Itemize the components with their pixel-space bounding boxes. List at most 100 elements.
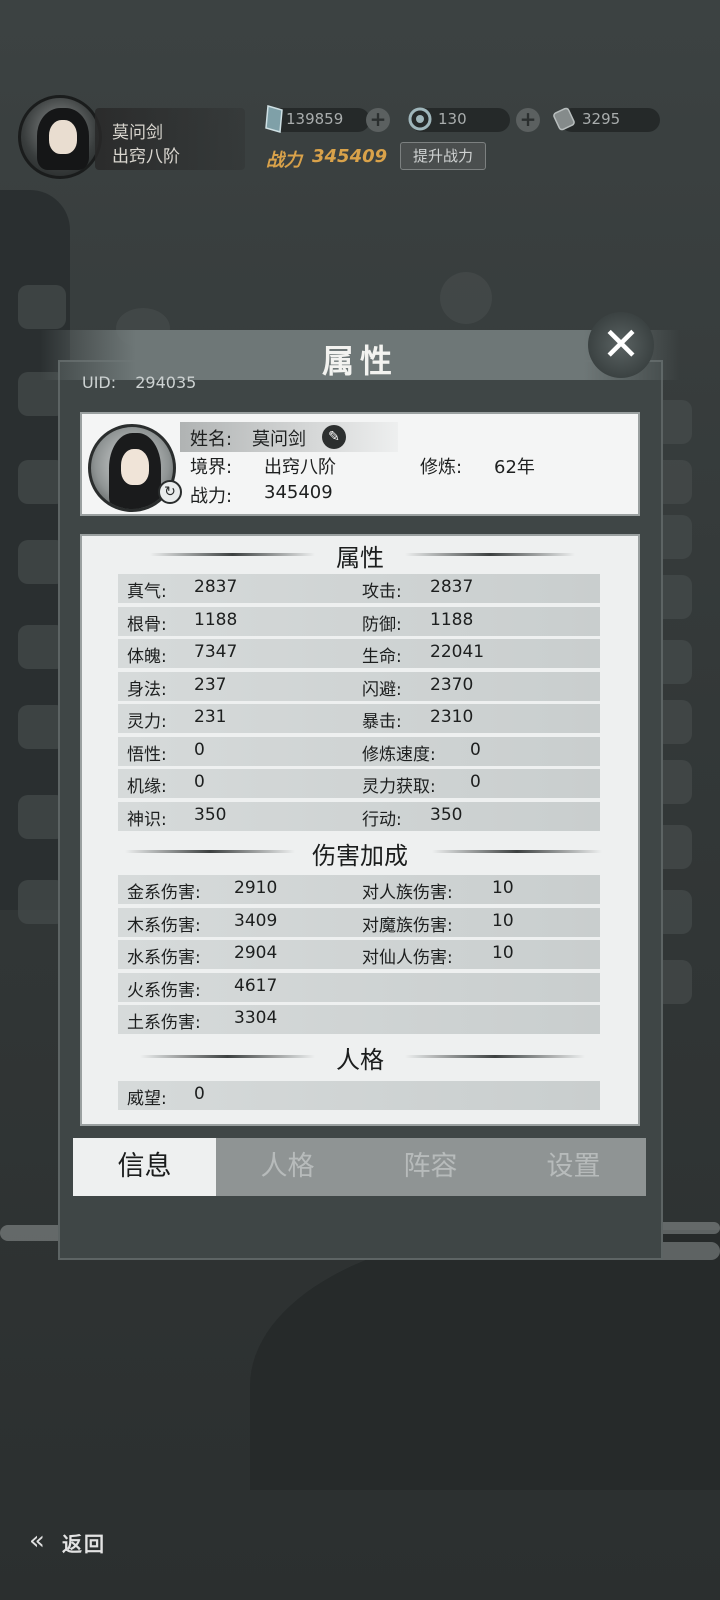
attribute-right-label: 暴击:: [362, 712, 402, 732]
player-name: 莫问剑: [112, 123, 163, 143]
edit-name-icon[interactable]: ✎: [322, 425, 346, 449]
attribute-left-value: 1188: [194, 609, 238, 630]
damage-left-label: 木系伤害:: [127, 915, 201, 936]
back-arrow-icon[interactable]: «: [20, 1524, 54, 1558]
name-label: 姓名:: [190, 429, 233, 450]
background-mountain: [250, 1230, 720, 1490]
row-background: [118, 574, 600, 603]
add-jade-button[interactable]: +: [516, 108, 540, 132]
spirit-stone-icon: [265, 105, 283, 133]
attribute-right-value: 2837: [430, 577, 474, 597]
row-background: [118, 639, 600, 668]
attribute-left-value: 0: [194, 772, 205, 792]
row-background: [118, 704, 600, 733]
swap-avatar-icon[interactable]: ↻: [158, 480, 182, 504]
name-value: 莫问剑: [252, 429, 306, 450]
power-value: 345409: [312, 146, 388, 167]
damage-right-value: 10: [492, 943, 514, 963]
damage-left-label: 金系伤害:: [127, 883, 201, 903]
add-spirit-stone-button[interactable]: +: [366, 108, 390, 132]
jade-icon: [408, 107, 432, 131]
row-background: [118, 671, 600, 701]
tab-lineup[interactable]: 阵容: [359, 1138, 502, 1196]
attribute-left-label: 机缘:: [127, 777, 167, 797]
attribute-right-label: 灵力获取:: [362, 777, 436, 797]
uid-value: 294035: [135, 373, 197, 392]
attribute-right-value: 0: [470, 772, 481, 792]
attribute-left-value: 2837: [194, 577, 238, 597]
scroll-count: 3295: [582, 110, 621, 128]
damage-left-value: 3409: [234, 910, 278, 931]
attribute-right-value: 2370: [430, 674, 474, 695]
damage-right-label: 对魔族伤害:: [362, 915, 453, 936]
top-hud: 莫问剑 出窍八阶 139859 + 130 + 3295 战力 345409 提…: [0, 0, 720, 200]
attribute-right-label: 行动:: [362, 809, 402, 830]
attribute-right-label: 闪避:: [362, 679, 402, 700]
attribute-right-label: 生命:: [362, 647, 402, 667]
top-menu-item[interactable]: [440, 272, 492, 324]
attribute-right-label: 修炼速度:: [362, 744, 436, 765]
tab-settings[interactable]: 设置: [502, 1138, 645, 1196]
attribute-right-value: 22041: [430, 642, 485, 662]
boost-power-button[interactable]: 提升战力: [400, 142, 486, 170]
row-background: [118, 606, 600, 636]
portrait-face: [49, 120, 77, 154]
tab-personality[interactable]: 人格: [216, 1138, 359, 1196]
realm-label: 境界:: [190, 457, 233, 478]
attribute-left-label: 根骨:: [127, 614, 167, 635]
attribute-left-label: 体魄:: [127, 647, 167, 667]
scroll-icon: [553, 107, 575, 131]
attribute-left-label: 神识:: [127, 809, 167, 830]
row-background: [118, 1081, 600, 1110]
section-title-damage: 伤害加成: [312, 842, 408, 870]
section-title-attributes: 属性: [336, 544, 384, 572]
back-label[interactable]: 返回: [62, 1528, 106, 1557]
attribute-right-value: 0: [470, 739, 481, 760]
personality-value: 0: [194, 1084, 205, 1104]
damage-right-value: 10: [492, 910, 514, 931]
section-title-personality: 人格: [336, 1046, 384, 1074]
attribute-left-label: 身法:: [127, 679, 167, 700]
attribute-left-value: 231: [194, 707, 227, 727]
attribute-right-value: 2310: [430, 707, 474, 727]
row-background: [118, 801, 600, 831]
jade-count: 130: [438, 110, 467, 128]
damage-left-value: 2910: [234, 878, 278, 898]
attribute-left-value: 7347: [194, 642, 238, 662]
row-background: [118, 769, 600, 798]
player-avatar[interactable]: [18, 95, 102, 179]
attribute-left-label: 真气:: [127, 582, 167, 602]
attribute-left-value: 0: [194, 739, 205, 760]
spirit-stone-count: 139859: [286, 110, 344, 128]
attribute-left-label: 悟性:: [127, 744, 167, 765]
cultivation-value: 62年: [494, 457, 535, 478]
side-menu-item[interactable]: [18, 285, 66, 329]
power-value: 345409: [264, 482, 333, 503]
attribute-right-label: 攻击:: [362, 582, 402, 602]
damage-left-value: 4617: [234, 975, 278, 996]
cultivation-label: 修炼:: [420, 457, 463, 478]
row-background: [118, 736, 600, 766]
damage-right-label: 对人族伤害:: [362, 883, 453, 903]
damage-left-label: 水系伤害:: [127, 948, 201, 968]
player-realm: 出窍八阶: [112, 147, 180, 167]
attribute-right-value: 1188: [430, 609, 474, 630]
attribute-left-value: 350: [194, 804, 227, 825]
damage-left-label: 火系伤害:: [127, 980, 201, 1001]
power-label: 战力:: [190, 486, 233, 507]
uid-row: UID: 294035: [82, 373, 196, 392]
damage-right-label: 对仙人伤害:: [362, 948, 453, 968]
tab-info[interactable]: 信息: [73, 1138, 216, 1196]
personality-label: 威望:: [127, 1089, 167, 1109]
attribute-left-value: 237: [194, 674, 227, 695]
profile-face: [121, 449, 149, 485]
damage-right-value: 10: [492, 878, 514, 898]
attribute-right-label: 防御:: [362, 614, 402, 635]
damage-left-label: 土系伤害:: [127, 1013, 201, 1033]
damage-left-value: 2904: [234, 943, 278, 963]
damage-left-value: 3304: [234, 1008, 278, 1028]
power-label: 战力: [266, 150, 302, 171]
attribute-left-label: 灵力:: [127, 712, 167, 732]
close-icon[interactable]: ✕: [596, 316, 646, 372]
realm-value: 出窍八阶: [264, 457, 336, 478]
